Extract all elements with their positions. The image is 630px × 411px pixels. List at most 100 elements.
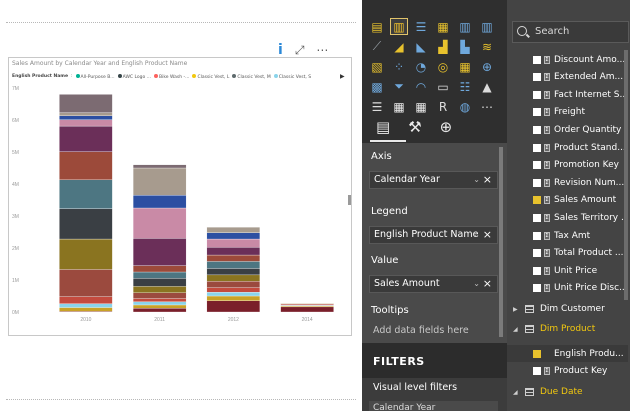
format-paint-roller-icon[interactable]: ⚒	[408, 118, 421, 136]
bar-segment[interactable]	[206, 274, 261, 282]
bar-segment[interactable]	[206, 268, 261, 276]
legend-item[interactable]: All-Purpose B...	[75, 74, 115, 80]
field-checkbox[interactable]	[533, 196, 541, 205]
chevron-down-icon[interactable]: ⌄	[473, 172, 480, 188]
legend-item[interactable]: Classic Vest, M	[232, 74, 271, 80]
bar-segment[interactable]	[59, 208, 113, 240]
bar-segment[interactable]	[59, 307, 113, 312]
field-checkbox[interactable]	[533, 143, 541, 152]
field-item[interactable]: Σ Revision Num...	[507, 174, 628, 191]
map-icon[interactable]: ⊕	[478, 58, 496, 75]
field-item[interactable]: Σ Fact Internet S...	[507, 86, 628, 103]
bar-segment[interactable]	[206, 227, 261, 233]
kpi-icon[interactable]: ▲	[478, 78, 496, 95]
r-visual-icon[interactable]: R	[434, 98, 452, 115]
field-checkbox[interactable]	[533, 55, 541, 64]
field-item[interactable]: Σ Order Quantity	[507, 121, 628, 138]
bar-segment[interactable]	[206, 247, 261, 256]
ribbon-icon[interactable]: ≋	[478, 38, 496, 55]
field-checkbox[interactable]	[533, 178, 541, 187]
table-icon[interactable]: ▦	[390, 98, 408, 115]
bar-segment[interactable]	[132, 278, 187, 287]
clustered-bar-icon[interactable]: ☰	[412, 18, 430, 35]
bar-segment[interactable]	[132, 301, 187, 306]
bar-segment[interactable]	[59, 94, 113, 113]
field-checkbox[interactable]	[533, 284, 541, 293]
bar-segment[interactable]	[206, 287, 261, 293]
field-item[interactable]: Σ Extended Am...	[507, 69, 628, 86]
chevron-down-icon[interactable]: ⌄	[473, 276, 480, 292]
fields-tab-icon[interactable]: ▤	[376, 118, 390, 136]
field-checkbox[interactable]	[533, 266, 541, 275]
100-bar-icon[interactable]: ▥	[456, 18, 474, 35]
bar-segment[interactable]	[59, 151, 113, 180]
legend-item[interactable]: Classic Vest, L	[192, 74, 229, 80]
remove-field-icon[interactable]: ×	[483, 276, 492, 292]
visual-resize-handle[interactable]	[348, 195, 351, 205]
bar-segment[interactable]	[132, 271, 187, 279]
field-item[interactable]: English Produ...	[507, 345, 628, 362]
bar-segment[interactable]	[132, 164, 187, 169]
bar-segment[interactable]	[206, 281, 261, 288]
field-item[interactable]: Σ Discount Amo...	[507, 51, 628, 68]
bar-segment[interactable]	[132, 308, 187, 313]
bar-segment[interactable]	[206, 232, 261, 240]
remove-field-icon[interactable]: ×	[483, 227, 492, 243]
bar-segment[interactable]	[132, 286, 187, 293]
collapse-arrow-icon[interactable]: ◢	[513, 326, 521, 333]
bar-segment[interactable]	[59, 269, 113, 297]
line-column-icon[interactable]: ▟	[434, 38, 452, 55]
filled-map-icon[interactable]: ▩	[368, 78, 386, 95]
bar-segment[interactable]	[132, 304, 187, 309]
bar-segment[interactable]	[59, 296, 113, 304]
field-checkbox[interactable]	[533, 90, 541, 99]
stacked-bar-icon[interactable]: ▤	[368, 18, 386, 35]
bar-segment[interactable]	[206, 295, 261, 301]
fields-search-input[interactable]: Search	[512, 21, 629, 43]
analytics-magnifier-icon[interactable]: ⊕	[440, 118, 453, 136]
value-well-field[interactable]: Sales Amount ⌄ ×	[369, 275, 498, 293]
field-item[interactable]: Σ Product Key	[507, 362, 628, 379]
axis-well-field[interactable]: Calendar Year ⌄ ×	[369, 171, 498, 189]
field-checkbox[interactable]	[533, 249, 541, 258]
table-dim-customer[interactable]: ▶ Dim Customer	[507, 300, 628, 318]
bar-segment[interactable]	[132, 238, 187, 266]
line-icon[interactable]: ⟋	[368, 38, 386, 55]
legend-well-field[interactable]: English Product Name ⌄ ×	[369, 226, 498, 244]
chevron-down-icon[interactable]: ⌄	[473, 227, 480, 243]
stacked-column-icon[interactable]: ▥	[390, 18, 408, 35]
table-due-date[interactable]: ◢ Due Date	[507, 383, 628, 401]
info-icon[interactable]: i	[278, 42, 283, 58]
visual-filter-card[interactable]: Calendar Year	[369, 401, 498, 411]
fields-scrollbar[interactable]	[624, 50, 628, 300]
table-dim-product[interactable]: ◢ Dim Product	[507, 320, 628, 338]
focus-mode-icon[interactable]: ⤢	[295, 43, 305, 58]
legend-item[interactable]: Classic Vest, S	[273, 74, 311, 80]
report-canvas[interactable]: i ⤢ ⋯ Sales Amount by Calendar Year and …	[0, 0, 362, 411]
field-item[interactable]: Σ Product Stand...	[507, 139, 628, 156]
field-item[interactable]: Σ Sales Amount	[507, 192, 628, 209]
bar-segment[interactable]	[59, 179, 113, 209]
slicer-icon[interactable]: ☰	[368, 98, 386, 115]
gauge-icon[interactable]: ◠	[412, 78, 430, 95]
field-checkbox[interactable]	[533, 366, 541, 375]
bar-segment[interactable]	[132, 167, 187, 196]
bar-segment[interactable]	[206, 292, 261, 297]
bar-segment[interactable]	[206, 261, 261, 269]
stacked-column-chart[interactable]: Sales Amount by Calendar Year and Englis…	[8, 57, 352, 336]
bar-segment[interactable]	[206, 300, 261, 313]
field-item[interactable]: Σ Unit Price Disc...	[507, 280, 628, 297]
field-checkbox[interactable]	[533, 73, 541, 82]
chart-legend[interactable]: English Product Name: All-Purpose B... AW…	[12, 73, 345, 80]
pie-icon[interactable]: ◔	[412, 58, 430, 75]
treemap-icon[interactable]: ▦	[456, 58, 474, 75]
bar-segment[interactable]	[59, 115, 113, 120]
line-clustered-icon[interactable]: ▙	[456, 38, 474, 55]
visualizations-scrollbar[interactable]	[499, 147, 503, 337]
field-checkbox[interactable]	[533, 231, 541, 240]
legend-item[interactable]: Bike Wash -...	[153, 74, 189, 80]
field-item[interactable]: Σ Total Product ...	[507, 245, 628, 262]
globe-icon[interactable]: ◍	[456, 98, 474, 115]
matrix-icon[interactable]: ▦	[412, 98, 430, 115]
area-icon[interactable]: ◢	[390, 38, 408, 55]
